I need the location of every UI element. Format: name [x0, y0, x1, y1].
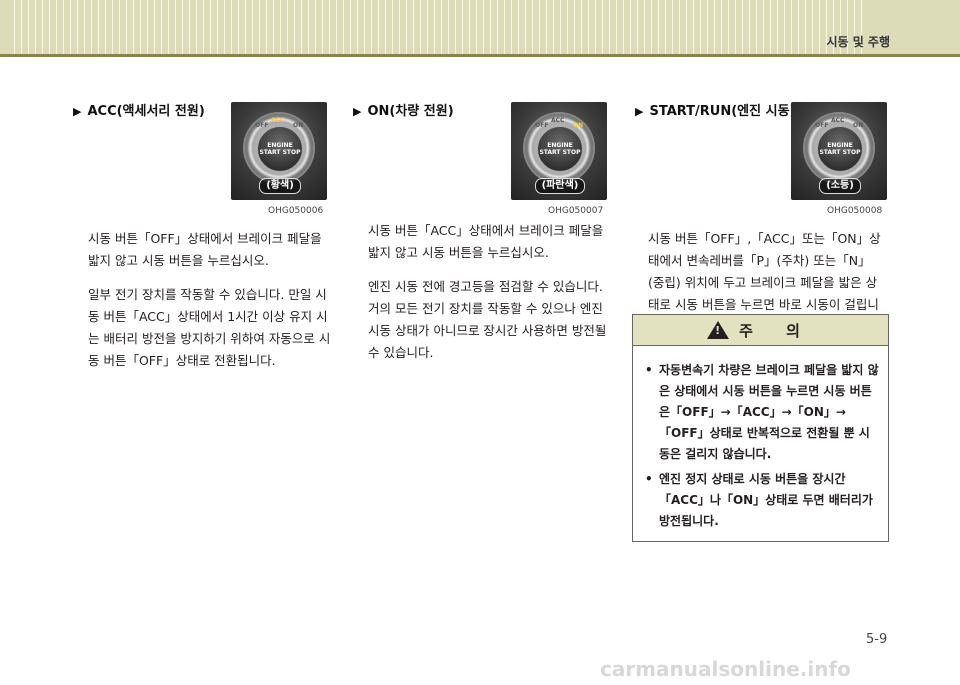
start-button-photo: OFF ACC ON ENGINE START STOP (황색) [231, 102, 327, 200]
section-heading-text: ON(차량 전원) [367, 104, 454, 119]
watermark: carmanualsonline.info [600, 657, 851, 681]
ring-mark-off: OFF [815, 122, 829, 129]
ring-mark-on: ON [293, 122, 304, 129]
start-button-photo: OFF ACC ON ENGINE START STOP (소등) [791, 102, 887, 200]
triangle-bullet-icon: ▶ [635, 105, 644, 118]
caution-header: 주 의 [633, 315, 888, 346]
header-band: 시동 및 주행 [0, 0, 960, 54]
paragraph: 시동 버튼「OFF」상태에서 브레이크 페달을 밟지 않고 시동 버튼을 누르십… [88, 231, 322, 268]
image-code: OHG050008 [827, 206, 883, 216]
image-code: OHG050007 [548, 206, 604, 216]
page-number: 5-9 [866, 632, 888, 647]
start-button-ring: OFF ACC ON ENGINE START STOP [245, 114, 313, 182]
paragraph: 엔진 시동 전에 경고등을 점검할 수 있습니다. 거의 모든 전기 장치를 작… [368, 279, 607, 360]
header-rule [0, 54, 960, 57]
triangle-bullet-icon: ▶ [353, 105, 362, 118]
caution-list: 자동변속기 차량은 브레이크 페달을 밟지 않은 상태에서 시동 버튼을 누르면… [633, 346, 888, 532]
section-heading: ▶ START/RUN(엔진 시동) [635, 100, 796, 119]
ring-mark-acc: ACC [551, 117, 565, 124]
section-heading: ▶ ACC(액세서리 전원) [73, 100, 205, 119]
ring-mark-acc: ACC [831, 117, 845, 124]
start-button-photo: OFF ACC ON ENGINE START STOP (파란색) [511, 102, 607, 200]
section-on-body: 시동 버튼「ACC」상태에서 브레이크 페달을 밟지 않고 시동 버튼을 누르십… [368, 220, 614, 376]
section-acc-body: 시동 버튼「OFF」상태에서 브레이크 페달을 밟지 않고 시동 버튼을 누르십… [88, 228, 334, 384]
ring-mark-off: OFF [535, 122, 549, 129]
image-code: OHG050006 [268, 206, 324, 216]
caution-box: 주 의 자동변속기 차량은 브레이크 페달을 밟지 않은 상태에서 시동 버튼을… [632, 314, 889, 542]
engine-start-stop-label: ENGINE START STOP [817, 126, 863, 172]
header-grid-pattern [14, 0, 864, 54]
ring-mark-on: ON [573, 122, 584, 129]
engine-start-stop-label: ENGINE START STOP [257, 126, 303, 172]
caution-title: 주 의 [739, 321, 814, 340]
warning-triangle-icon [707, 321, 730, 339]
engine-start-stop-label: ENGINE START STOP [537, 126, 583, 172]
color-tag: (파란색) [535, 178, 585, 194]
start-button-ring: OFF ACC ON ENGINE START STOP [805, 114, 873, 182]
color-tag: (소등) [819, 178, 861, 194]
section-heading: ▶ ON(차량 전원) [353, 100, 454, 119]
section-heading-text: START/RUN(엔진 시동) [649, 104, 796, 119]
triangle-bullet-icon: ▶ [73, 105, 82, 118]
ring-mark-acc: ACC [271, 117, 285, 124]
color-tag: (황색) [259, 178, 301, 194]
ring-mark-off: OFF [255, 122, 269, 129]
ring-mark-on: ON [853, 122, 864, 129]
chapter-title: 시동 및 주행 [826, 35, 890, 49]
list-item: 엔진 정지 상태로 시동 버튼을 장시간「ACC」나「ON」상태로 두면 배터리… [645, 469, 880, 532]
paragraph: 일부 전기 장치를 작동할 수 있습니다. 만일 시동 버튼「ACC」상태에서 … [88, 287, 331, 368]
list-item: 자동변속기 차량은 브레이크 페달을 밟지 않은 상태에서 시동 버튼을 누르면… [645, 360, 880, 465]
paragraph: 시동 버튼「ACC」상태에서 브레이크 페달을 밟지 않고 시동 버튼을 누르십… [368, 223, 604, 260]
section-heading-text: ACC(액세서리 전원) [87, 104, 205, 119]
start-button-ring: OFF ACC ON ENGINE START STOP [525, 114, 593, 182]
